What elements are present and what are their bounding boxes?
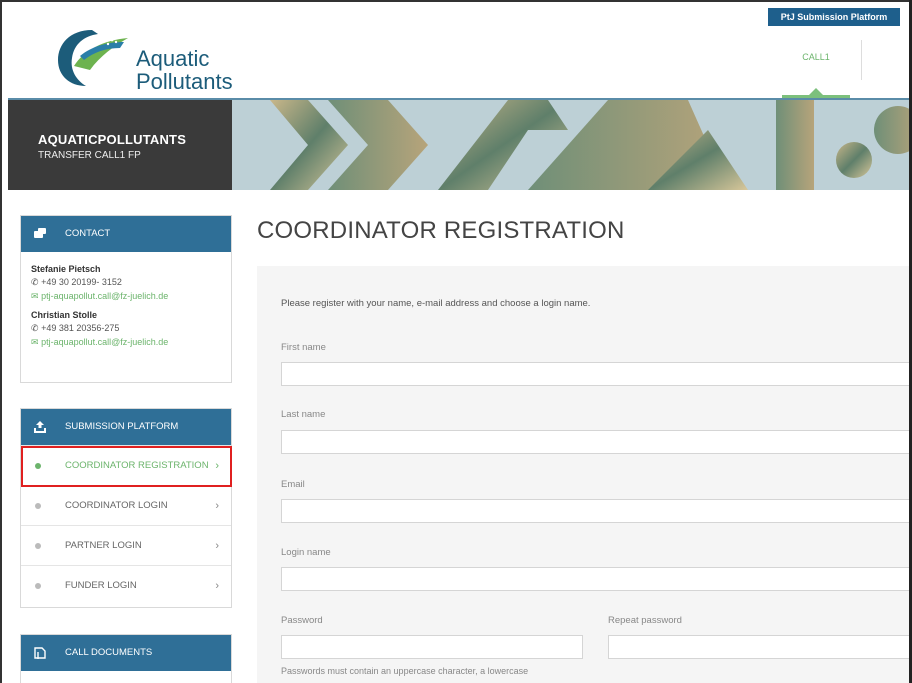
first-name-label: First name xyxy=(281,342,326,353)
repeat-password-label: Repeat password xyxy=(608,615,682,626)
nav-partner-login[interactable]: PARTNER LOGIN › xyxy=(21,525,231,565)
documents-header[interactable]: CALL DOCUMENTS xyxy=(21,635,231,671)
contact-phone: ✆ +49 381 20356-275 xyxy=(31,323,221,334)
chevron-right-icon: › xyxy=(215,540,219,552)
submission-header: SUBMISSION PLATFORM xyxy=(21,409,231,445)
hero-banner: AQUATICPOLLUTANTS TRANSFER CALL1 FP xyxy=(8,100,912,190)
last-name-label: Last name xyxy=(281,409,326,420)
tab-separator xyxy=(861,40,862,80)
highlight-box xyxy=(21,446,232,487)
logo-icon xyxy=(58,30,128,86)
page-title: COORDINATOR REGISTRATION xyxy=(257,217,625,244)
mail-icon: ✉ xyxy=(31,291,39,301)
site-header: Aquatic Pollutants PtJ Submission Platfo… xyxy=(8,4,912,100)
password-input[interactable] xyxy=(281,635,583,659)
bullet-icon xyxy=(35,543,41,549)
nav-label: PARTNER LOGIN xyxy=(65,540,142,551)
phone-icon: ✆ xyxy=(31,277,39,287)
chevron-right-icon: › xyxy=(215,500,219,512)
active-tab-caret xyxy=(809,88,823,95)
chevron-right-icon: › xyxy=(215,580,219,592)
contact-email-address: ptj-aquapollut.call@fz-juelich.de xyxy=(41,337,169,347)
bullet-icon xyxy=(35,583,41,589)
mail-icon: ✉ xyxy=(31,337,39,347)
submission-panel: SUBMISSION PLATFORM COORDINATOR REGISTRA… xyxy=(20,408,232,608)
nav-funder-login[interactable]: FUNDER LOGIN › xyxy=(21,565,231,605)
contact-email-address: ptj-aquapollut.call@fz-juelich.de xyxy=(41,291,169,301)
repeat-password-input[interactable] xyxy=(608,635,911,659)
documents-panel: CALL DOCUMENTS xyxy=(20,634,232,683)
contact-header: CONTACT xyxy=(21,216,231,252)
contact-name: Christian Stolle xyxy=(31,310,98,320)
banner-subtitle: TRANSFER CALL1 FP xyxy=(38,150,141,161)
nav-coordinator-login[interactable]: COORDINATOR LOGIN › xyxy=(21,485,231,525)
contact-phone-number: +49 30 20199- 3152 xyxy=(41,277,122,287)
first-name-input[interactable] xyxy=(281,362,911,386)
banner-title-box: AQUATICPOLLUTANTS TRANSFER CALL1 FP xyxy=(8,100,232,190)
contact-body: Stefanie Pietsch ✆ +49 30 20199- 3152 ✉ … xyxy=(21,252,231,348)
contact-email-link[interactable]: ✉ ptj-aquapollut.call@fz-juelich.de xyxy=(31,291,221,302)
email-label: Email xyxy=(281,479,305,490)
contact-phone: ✆ +49 30 20199- 3152 xyxy=(31,277,221,288)
bullet-icon xyxy=(35,503,41,509)
submission-heading: SUBMISSION PLATFORM xyxy=(65,421,179,432)
phone-icon: ✆ xyxy=(31,323,39,333)
contact-panel: CONTACT Stefanie Pietsch ✆ +49 30 20199-… xyxy=(20,215,232,383)
contact-name: Stefanie Pietsch xyxy=(31,264,101,274)
email-input[interactable] xyxy=(281,499,911,523)
contact-heading: CONTACT xyxy=(65,228,111,239)
contact-phone-number: +49 381 20356-275 xyxy=(41,323,120,333)
contact-card-icon xyxy=(34,228,46,238)
site-logo[interactable]: Aquatic Pollutants xyxy=(54,26,234,94)
banner-title: AQUATICPOLLUTANTS xyxy=(38,132,187,147)
upload-icon xyxy=(34,421,46,433)
registration-form: Please register with your name, e-mail a… xyxy=(257,266,912,683)
contact-email-link[interactable]: ✉ ptj-aquapollut.call@fz-juelich.de xyxy=(31,337,221,348)
nav-label: FUNDER LOGIN xyxy=(65,580,137,591)
login-name-input[interactable] xyxy=(281,567,911,591)
platform-tab[interactable]: PtJ Submission Platform xyxy=(768,8,900,26)
last-name-input[interactable] xyxy=(281,430,911,454)
form-intro: Please register with your name, e-mail a… xyxy=(281,298,591,309)
login-name-label: Login name xyxy=(281,547,331,558)
logo-text-pollutants: Pollutants xyxy=(136,69,233,94)
documents-heading: CALL DOCUMENTS xyxy=(65,647,153,658)
documents-icon xyxy=(34,647,46,659)
nav-label: COORDINATOR LOGIN xyxy=(65,500,168,511)
password-label: Password xyxy=(281,615,323,626)
password-hint: Passwords must contain an uppercase char… xyxy=(281,666,529,676)
